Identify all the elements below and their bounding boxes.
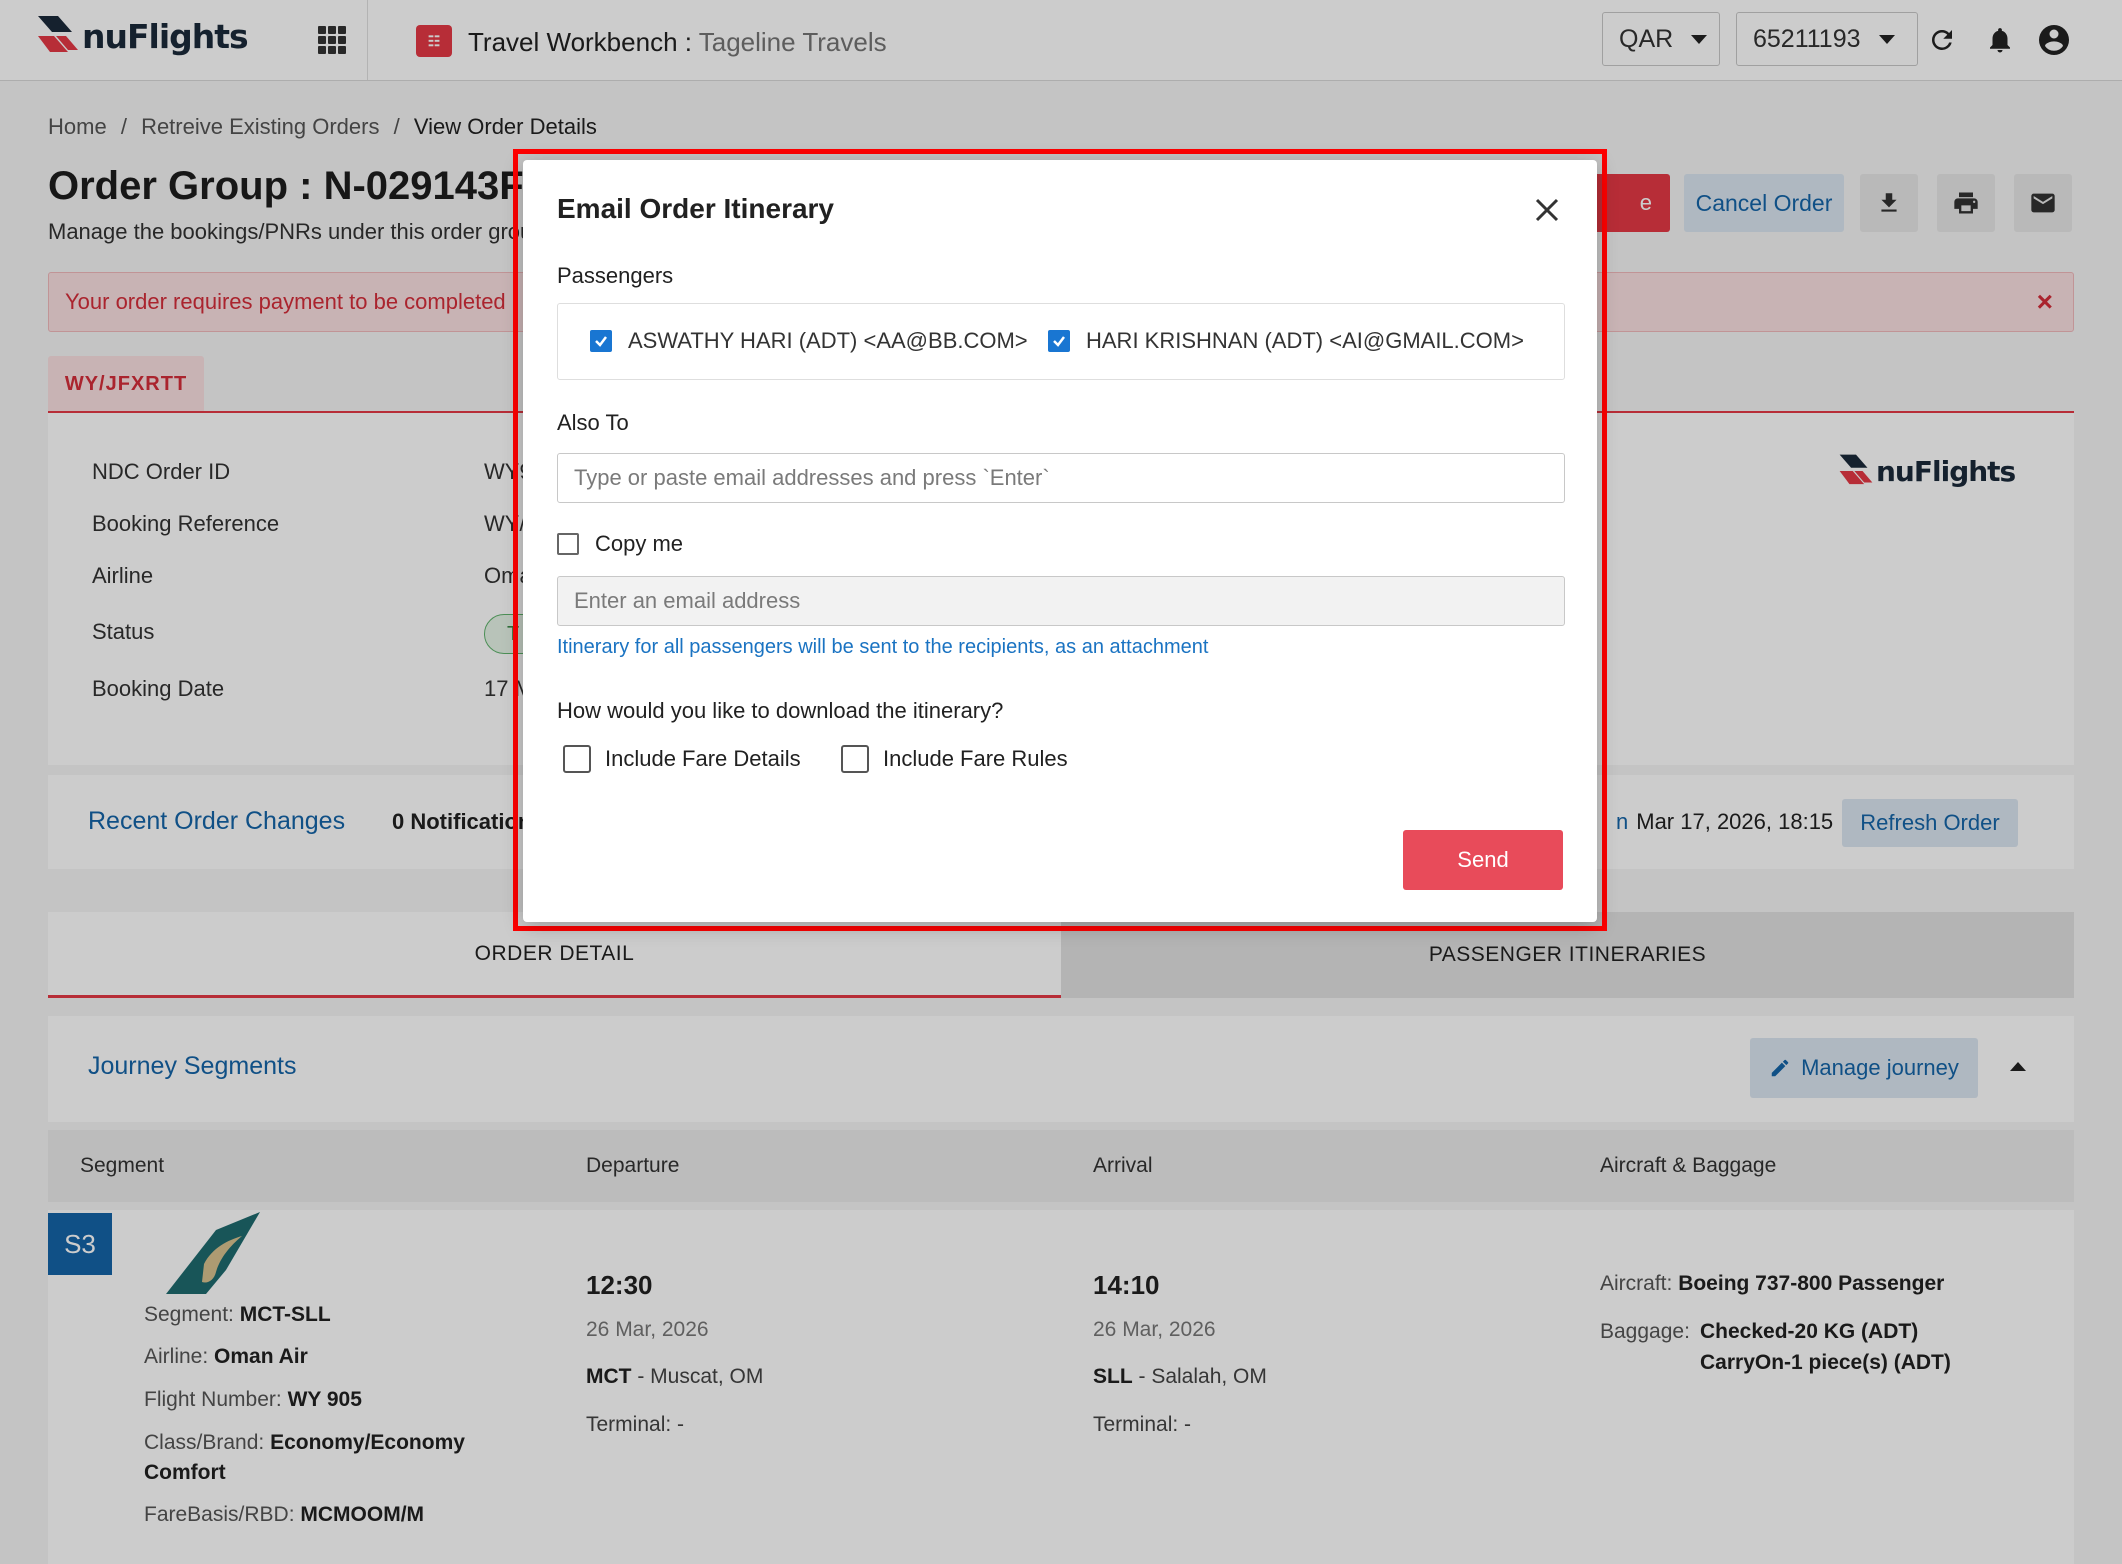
passenger-checkbox-1[interactable]: ASWATHY HARI (ADT) <AA@BB.COM> [590,328,1028,354]
copy-email-input[interactable]: Enter an email address [557,576,1565,626]
checkbox-checked-icon[interactable] [1048,330,1070,352]
include-fare-rules-checkbox[interactable]: Include Fare Rules [841,745,1068,773]
include-fare-rules-label: Include Fare Rules [883,746,1068,771]
checkbox-unchecked-icon[interactable] [841,745,869,773]
passenger-checkbox-2[interactable]: HARI KRISHNAN (ADT) <AI@GMAIL.COM> [1048,328,1524,354]
copy-me-label: Copy me [595,531,684,556]
passengers-box: ASWATHY HARI (ADT) <AA@BB.COM> HARI KRIS… [557,303,1565,380]
also-to-label: Also To [557,410,629,435]
checkbox-checked-icon[interactable] [590,330,612,352]
copy-me-checkbox[interactable]: Copy me [557,531,683,557]
modal-title: Email Order Itinerary [557,193,835,224]
email-itinerary-modal: Email Order Itinerary Passengers ASWATHY… [523,160,1597,922]
also-to-input[interactable]: Type or paste email addresses and press … [557,453,1565,503]
attachment-hint: Itinerary for all passengers will be sen… [557,636,1209,658]
include-fare-details-checkbox[interactable]: Include Fare Details [563,745,801,773]
checkbox-unchecked-icon[interactable] [557,533,579,555]
close-icon[interactable] [1529,192,1565,228]
passenger-name-2: HARI KRISHNAN (ADT) <AI@GMAIL.COM> [1086,328,1524,353]
checkbox-unchecked-icon[interactable] [563,745,591,773]
passengers-label: Passengers [557,263,674,288]
passenger-name-1: ASWATHY HARI (ADT) <AA@BB.COM> [628,328,1028,353]
include-fare-details-label: Include Fare Details [605,746,801,771]
download-question: How would you like to download the itine… [557,698,1004,723]
send-button[interactable]: Send [1403,830,1563,890]
